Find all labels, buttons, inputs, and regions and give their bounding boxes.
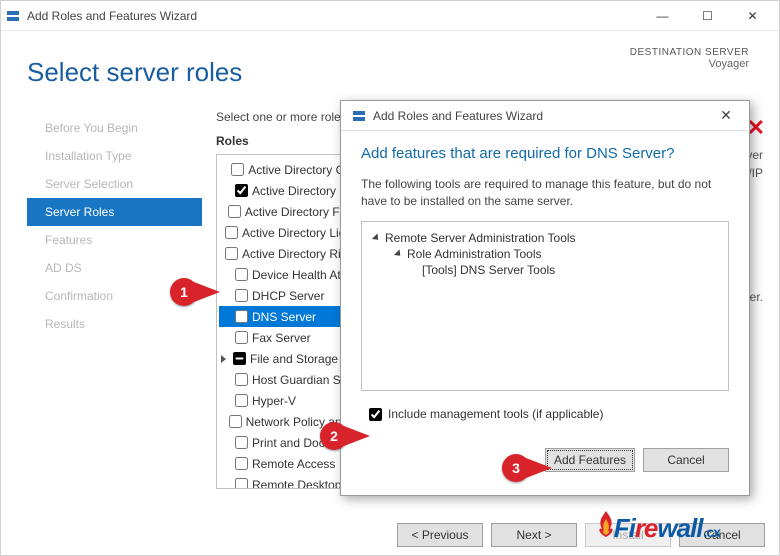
role-checkbox[interactable] [235,478,248,489]
step-features[interactable]: Features [27,226,202,254]
wizard-steps: Before You Begin Installation Type Serve… [27,110,202,505]
role-label: Hyper-V [252,394,296,408]
role-checkbox[interactable] [235,457,248,470]
logo-part-re: re [635,513,658,544]
main-window-title: Add Roles and Features Wizard [27,9,197,23]
dialog-cancel-button[interactable]: Cancel [643,448,729,472]
role-checkbox[interactable] [235,331,248,344]
expand-icon [372,233,381,242]
logo-part-wall: wall [657,513,702,544]
tree-item-dns-server-tools[interactable]: [Tools] DNS Server Tools [370,262,720,278]
destination-value: Voyager [630,58,749,70]
expand-icon [394,249,403,258]
minimize-button[interactable]: — [640,2,685,30]
dialog-description: The following tools are required to mana… [361,176,729,211]
flame-icon [596,511,616,537]
include-mgmt-tools-row[interactable]: Include management tools (if applicable) [365,405,729,424]
role-checkbox[interactable] [233,352,246,365]
role-checkbox[interactable] [225,226,238,239]
step-installation-type[interactable]: Installation Type [27,142,202,170]
add-features-button[interactable]: Add Features [545,448,635,472]
include-mgmt-tools-checkbox[interactable] [369,408,382,421]
role-checkbox[interactable] [235,310,248,323]
callout-tail-icon [526,458,552,478]
role-label: DHCP Server [252,289,324,303]
window-controls: — ☐ ✕ [640,2,775,30]
tree-item-role-admin-tools[interactable]: Role Administration Tools [370,246,720,262]
expand-icon[interactable] [221,355,226,363]
tree-item-rsat[interactable]: Remote Server Administration Tools [370,230,720,246]
dialog-close-button[interactable]: ✕ [707,107,745,124]
maximize-button[interactable]: ☐ [685,2,730,30]
role-checkbox[interactable] [235,394,248,407]
step-results[interactable]: Results [27,310,202,338]
role-checkbox[interactable] [229,415,242,428]
step-before-you-begin[interactable]: Before You Begin [27,114,202,142]
dialog-body: Add features that are required for DNS S… [341,131,749,448]
include-mgmt-tools-label: Include management tools (if applicable) [388,407,603,421]
role-label: Fax Server [252,331,311,345]
main-titlebar: Add Roles and Features Wizard — ☐ ✕ [1,1,779,31]
role-checkbox[interactable] [228,205,241,218]
role-label: DNS Server [252,310,316,324]
tree-item-label: Role Administration Tools [407,247,542,261]
step-server-selection[interactable]: Server Selection [27,170,202,198]
dialog-titlebar: Add Roles and Features Wizard ✕ [341,101,749,131]
destination-label: DESTINATION SERVER [630,47,749,58]
logo-part-cx: .cx [704,524,720,540]
role-checkbox[interactable] [225,247,238,260]
close-button[interactable]: ✕ [730,2,775,30]
next-button[interactable]: Next > [491,523,577,547]
dialog-question: Add features that are required for DNS S… [361,145,729,162]
step-server-roles[interactable]: Server Roles [27,198,202,226]
tree-item-label: Remote Server Administration Tools [385,231,576,245]
role-checkbox[interactable] [235,436,248,449]
role-checkbox[interactable] [235,184,248,197]
server-manager-icon [5,8,21,24]
role-checkbox[interactable] [235,373,248,386]
dialog-title: Add Roles and Features Wizard [373,109,543,123]
server-manager-icon [351,108,367,124]
logo-part-fi: Fi [614,513,635,544]
role-label: Remote Access [252,457,335,471]
features-tree[interactable]: Remote Server Administration Tools Role … [361,221,729,391]
role-checkbox[interactable] [235,289,248,302]
tree-item-label: [Tools] DNS Server Tools [422,263,555,277]
callout-tail-icon [194,282,220,302]
firewall-cx-logo: Firewall.cx [596,511,720,544]
previous-button[interactable]: < Previous [397,523,483,547]
role-checkbox[interactable] [235,268,248,281]
role-checkbox[interactable] [231,163,244,176]
add-features-dialog: Add Roles and Features Wizard ✕ Add feat… [340,100,750,496]
callout-2: 2 [320,422,370,450]
callout-tail-icon [344,426,370,446]
callout-3: 3 [502,454,552,482]
destination-server: DESTINATION SERVER Voyager [630,47,749,70]
callout-1: 1 [170,278,220,306]
